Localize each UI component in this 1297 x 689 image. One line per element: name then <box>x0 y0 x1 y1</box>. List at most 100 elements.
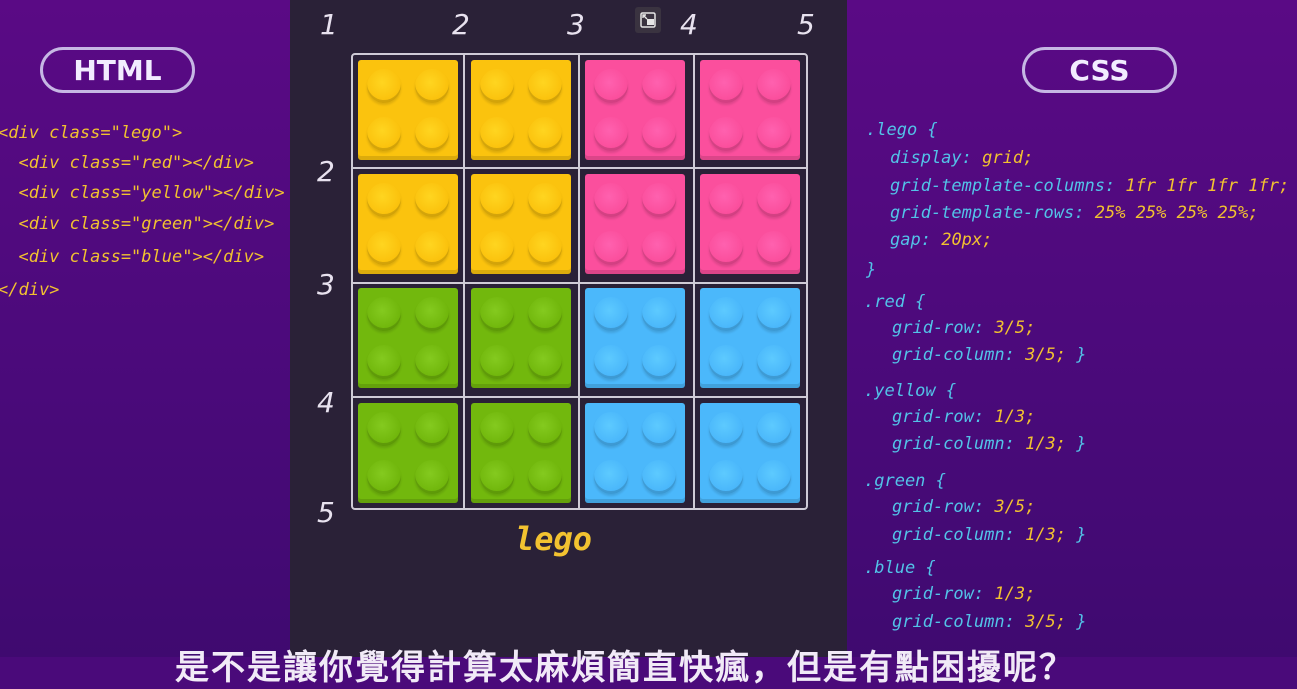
lego-stud <box>594 412 628 446</box>
lego-stud <box>757 412 791 446</box>
lego-brick-pink <box>585 174 685 274</box>
css-decl: grid-column: 1/3; } <box>892 525 1087 545</box>
lego-stud <box>480 117 514 151</box>
lego-brick-pink <box>700 174 800 274</box>
css-val: 3/5; <box>994 318 1036 338</box>
css-val: grid; <box>982 148 1034 168</box>
video-subtitle: 是不是讓你覺得計算太麻煩簡直快瘋，但是有點困擾呢？ <box>175 648 1075 688</box>
html-code-line: <div class="green"></div> <box>0 214 275 234</box>
lego-stud <box>709 231 743 265</box>
grid-row-number: 4 <box>317 386 335 419</box>
css-decl: grid-column: 3/5; } <box>892 612 1087 632</box>
lego-stud <box>528 183 562 217</box>
lego-brick-blue <box>700 288 800 388</box>
lego-brick-pink <box>700 60 800 160</box>
css-prop: gap: <box>890 230 931 250</box>
lego-brick-green <box>471 403 571 503</box>
grid-column-number: 3 <box>567 8 585 41</box>
css-val: 3/5; <box>994 497 1036 517</box>
css-val: 3/5; <box>1025 612 1067 632</box>
css-prop: grid-row: <box>892 407 985 427</box>
grid-line-horizontal <box>351 282 808 284</box>
css-selector-blue: .blue { <box>864 558 936 578</box>
lego-stud <box>367 69 401 103</box>
lego-brick-yellow <box>358 174 458 274</box>
lego-stud <box>415 460 449 494</box>
lego-brick-green <box>358 288 458 388</box>
picture-in-picture-icon[interactable] <box>635 7 661 33</box>
css-val: 3/5; <box>1025 345 1067 365</box>
lego-stud <box>642 412 676 446</box>
lego-stud <box>757 460 791 494</box>
lego-stud <box>415 297 449 331</box>
lego-stud <box>757 297 791 331</box>
css-selector-green: .green { <box>864 471 946 491</box>
css-val: 20px; <box>941 230 993 250</box>
lego-stud <box>415 183 449 217</box>
lego-stud <box>528 231 562 265</box>
lego-stud <box>594 231 628 265</box>
lego-stud <box>367 297 401 331</box>
css-selector-yellow: .yellow { <box>864 381 957 401</box>
lego-stud <box>709 117 743 151</box>
lego-stud <box>415 117 449 151</box>
lego-brick-blue <box>585 403 685 503</box>
lego-stud <box>594 460 628 494</box>
lego-stud <box>480 183 514 217</box>
lego-brick-yellow <box>471 174 571 274</box>
lego-stud <box>480 345 514 379</box>
lego-stud <box>480 412 514 446</box>
grid-line-horizontal <box>351 167 808 169</box>
lego-stud <box>415 231 449 265</box>
css-val: 1/3; <box>1025 434 1067 454</box>
lego-stud <box>480 231 514 265</box>
css-prop: grid-column: <box>892 525 1015 545</box>
lego-stud <box>367 117 401 151</box>
lego-stud <box>757 231 791 265</box>
html-code-line: <div class="lego"> <box>0 123 183 143</box>
lego-stud <box>415 412 449 446</box>
lego-stud <box>528 345 562 379</box>
css-brace: } <box>866 260 877 280</box>
lego-stud <box>367 183 401 217</box>
css-decl: grid-template-columns: 1fr 1fr 1fr 1fr; <box>890 176 1289 196</box>
html-code-line: </div> <box>0 280 60 300</box>
css-label-pill: CSS <box>1022 47 1177 93</box>
css-prop: grid-column: <box>892 345 1015 365</box>
grid-column-number: 2 <box>452 8 470 41</box>
lego-stud <box>642 69 676 103</box>
lego-stud <box>709 345 743 379</box>
css-brace: } <box>1076 345 1087 365</box>
css-brace: } <box>1076 612 1087 632</box>
lego-stud <box>415 345 449 379</box>
css-decl: grid-row: 1/3; <box>892 407 1035 427</box>
lego-stud <box>594 345 628 379</box>
lego-stud <box>415 69 449 103</box>
css-prop: grid-row: <box>892 497 985 517</box>
css-decl: grid-column: 1/3; } <box>892 434 1087 454</box>
lego-stud <box>709 69 743 103</box>
grid-container-label: lego <box>515 520 593 558</box>
lego-stud <box>528 297 562 331</box>
css-prop: display: <box>890 148 972 168</box>
lego-stud <box>709 183 743 217</box>
css-val: 1/3; <box>994 407 1036 427</box>
css-prop: grid-template-columns: <box>890 176 1116 196</box>
css-selector-red: .red { <box>864 292 926 312</box>
css-decl: gap: 20px; <box>890 230 992 250</box>
lego-stud <box>642 345 676 379</box>
lego-stud <box>757 117 791 151</box>
css-decl: display: grid; <box>890 148 1033 168</box>
lego-stud <box>528 69 562 103</box>
lego-stud <box>709 460 743 494</box>
grid-row-number: 2 <box>317 155 335 188</box>
lego-stud <box>642 460 676 494</box>
lego-stud <box>480 69 514 103</box>
grid-column-number: 1 <box>320 8 338 41</box>
lego-stud <box>480 297 514 331</box>
css-val: 25% 25% 25% 25%; <box>1094 203 1259 223</box>
css-prop: grid-row: <box>892 584 985 604</box>
lego-stud <box>528 460 562 494</box>
html-panel <box>0 0 290 657</box>
html-code-line: <div class="red"></div> <box>0 153 254 173</box>
